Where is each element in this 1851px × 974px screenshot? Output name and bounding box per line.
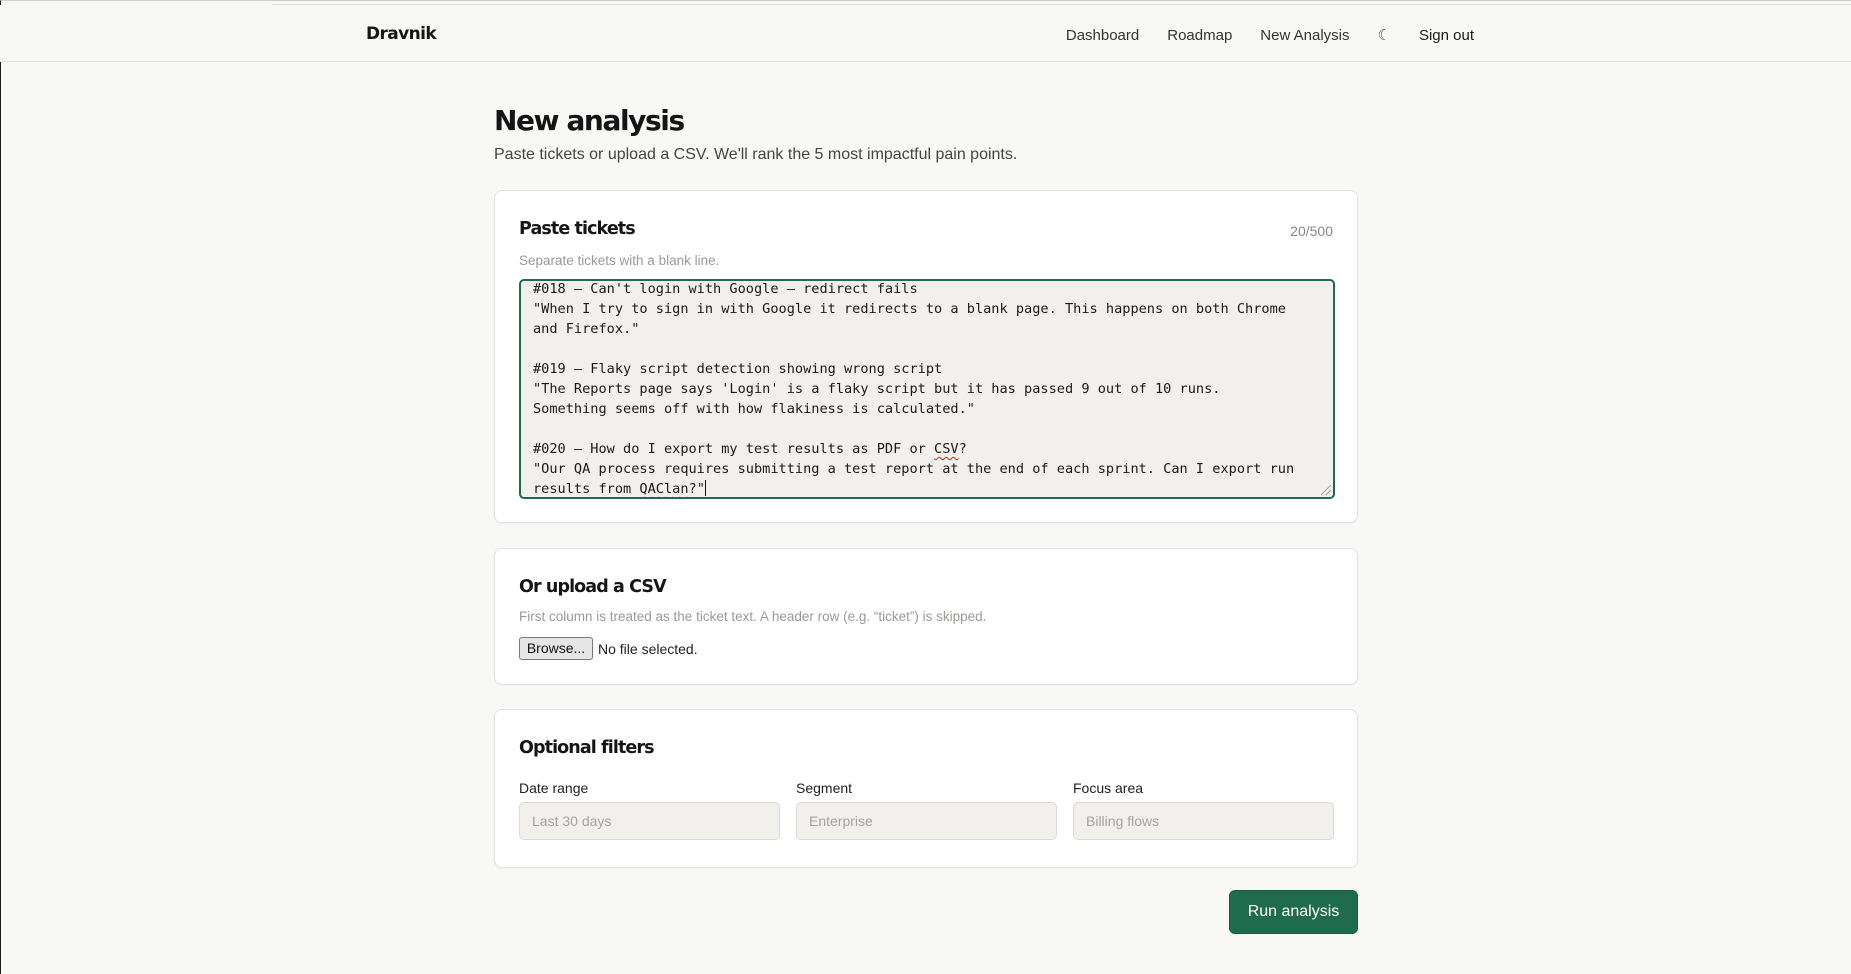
ticket-line (533, 419, 1323, 439)
sign-out-link[interactable]: Sign out (1419, 27, 1474, 44)
file-status-text: No file selected. (598, 641, 698, 657)
brand-logo[interactable]: Dravnik (366, 24, 437, 44)
tickets-textarea[interactable]: #018 — Can't login with Google — redirec… (519, 279, 1335, 499)
focus-area-filter: Focus area Billing flows (1073, 780, 1334, 840)
ticket-counter: 20/500 (1290, 223, 1333, 239)
ticket-line: "When I try to sign in with Google it re… (533, 301, 1286, 317)
resize-handle-icon[interactable] (1321, 485, 1331, 495)
date-range-filter: Date range Last 30 days (519, 780, 780, 840)
ticket-line: results from QAClan?" (533, 480, 706, 497)
spellcheck-underline: QAClan (639, 481, 689, 497)
upload-csv-hint: First column is treated as the ticket te… (519, 609, 987, 624)
ticket-line: and Firefox." (533, 321, 640, 337)
paste-tickets-hint: Separate tickets with a blank line. (519, 253, 720, 268)
focus-area-label: Focus area (1073, 780, 1144, 796)
nav-new-analysis-link[interactable]: New Analysis (1260, 27, 1349, 44)
page-title: New analysis (494, 104, 685, 137)
optional-filters-card: Optional filters Date range Last 30 days… (494, 709, 1358, 868)
upload-csv-card: Or upload a CSV First column is treated … (494, 548, 1358, 685)
upload-csv-title: Or upload a CSV (519, 577, 667, 597)
browse-file-button[interactable]: Browse... (519, 637, 593, 660)
text-caret (704, 480, 706, 496)
nav-dashboard-link[interactable]: Dashboard (1066, 27, 1139, 44)
segment-input[interactable]: Enterprise (796, 802, 1057, 840)
ticket-line: #020 — How do I export my test results a… (533, 441, 967, 457)
spellcheck-underline: CSV (934, 441, 959, 457)
ticket-line: #018 — Can't login with Google — redirec… (533, 281, 918, 297)
top-navbar: Dravnik Dashboard Roadmap New Analysis ☾… (0, 5, 1851, 62)
optional-filters-title: Optional filters (519, 738, 655, 758)
ticket-line (533, 339, 1323, 359)
paste-tickets-card: Paste tickets 20/500 Separate tickets wi… (494, 190, 1358, 523)
date-range-label: Date range (519, 780, 589, 796)
run-analysis-button[interactable]: Run analysis (1229, 890, 1358, 934)
focus-area-input[interactable]: Billing flows (1073, 802, 1334, 840)
segment-filter: Segment Enterprise (796, 780, 1057, 840)
ticket-line: "Our QA process requires submitting a te… (533, 461, 1295, 477)
ticket-line: Something seems off with how flakiness i… (533, 401, 975, 417)
ticket-line: #019 — Flaky script detection showing wr… (533, 361, 943, 377)
theme-toggle-moon-icon[interactable]: ☾ (1378, 26, 1391, 44)
page-subtitle: Paste tickets or upload a CSV. We'll ran… (494, 146, 1018, 163)
paste-tickets-title: Paste tickets (519, 219, 636, 239)
date-range-input[interactable]: Last 30 days (519, 802, 780, 840)
main-nav: Dashboard Roadmap New Analysis ☾ Sign ou… (1038, 26, 1474, 45)
ticket-line: "The Reports page says 'Login' is a flak… (533, 381, 1221, 397)
tickets-text: #018 — Can't login with Google — redirec… (533, 281, 1323, 497)
nav-roadmap-link[interactable]: Roadmap (1167, 27, 1232, 44)
segment-label: Segment (796, 780, 853, 796)
